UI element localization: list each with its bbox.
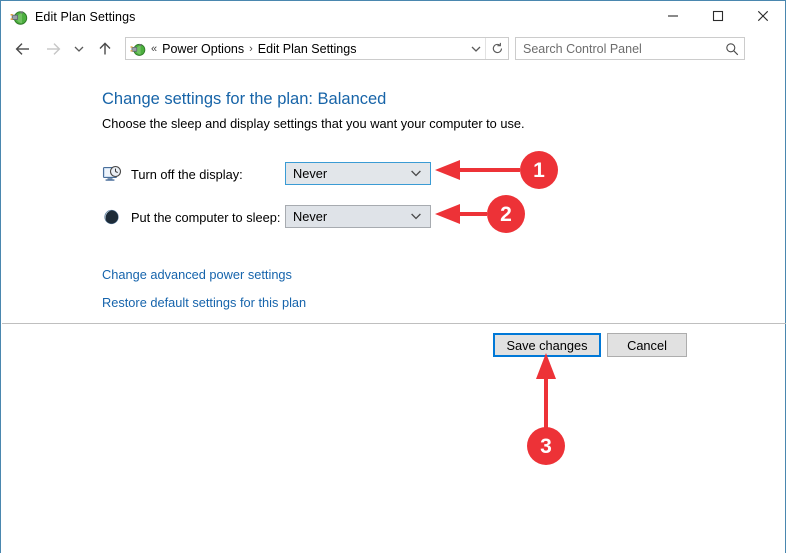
page-subtitle: Choose the sleep and display settings th… [102, 116, 525, 131]
setting-label-turn-off-display: Turn off the display: [131, 166, 243, 182]
cancel-button[interactable]: Cancel [607, 333, 687, 357]
forward-button[interactable] [39, 35, 67, 63]
footer-panel: Save changes Cancel [1, 324, 785, 553]
setting-row-put-computer-to-sleep: Put the computer to sleep: [102, 205, 280, 229]
minimize-button[interactable] [650, 1, 695, 31]
recent-locations-button[interactable] [69, 35, 89, 63]
chevron-down-icon[interactable] [465, 38, 486, 59]
chevron-down-icon[interactable] [410, 163, 422, 184]
sleep-moon-icon [102, 207, 122, 227]
window-controls [650, 1, 785, 31]
main-content: Change settings for the plan: Balanced C… [1, 65, 785, 323]
setting-label-put-computer-to-sleep: Put the computer to sleep: [131, 209, 281, 225]
maximize-button[interactable] [695, 1, 740, 31]
window-title: Edit Plan Settings [35, 9, 136, 24]
refresh-icon[interactable] [485, 38, 508, 59]
turn-off-display-value: Never [293, 166, 328, 181]
up-button[interactable] [91, 35, 119, 63]
breadcrumb-separator: › [249, 42, 253, 55]
search-box[interactable] [515, 37, 745, 60]
edit-plan-settings-window: Edit Plan Settings « Power Options › Edi… [0, 0, 786, 553]
navigation-bar: « Power Options › Edit Plan Settings [1, 32, 785, 65]
breadcrumb-overflow[interactable]: « [151, 43, 157, 55]
breadcrumb-edit-plan-settings[interactable]: Edit Plan Settings [258, 42, 357, 56]
put-computer-to-sleep-combo[interactable]: Never [285, 205, 431, 228]
address-bar[interactable]: « Power Options › Edit Plan Settings [125, 37, 509, 60]
chevron-down-icon[interactable] [410, 206, 422, 227]
power-plug-icon [10, 8, 28, 26]
breadcrumb-power-options[interactable]: Power Options [162, 42, 244, 56]
link-restore-default-settings[interactable]: Restore default settings for this plan [102, 295, 306, 310]
title-bar: Edit Plan Settings [1, 1, 785, 32]
save-changes-button[interactable]: Save changes [493, 333, 601, 357]
page-title: Change settings for the plan: Balanced [102, 90, 387, 108]
search-input[interactable] [523, 41, 713, 56]
link-change-advanced-power-settings[interactable]: Change advanced power settings [102, 267, 292, 282]
power-plug-icon [130, 41, 146, 57]
display-clock-icon [102, 164, 122, 184]
setting-row-turn-off-display: Turn off the display: [102, 162, 243, 186]
close-button[interactable] [740, 1, 785, 31]
back-button[interactable] [9, 35, 37, 63]
search-icon[interactable] [725, 38, 739, 59]
put-computer-to-sleep-value: Never [293, 209, 328, 224]
turn-off-display-combo[interactable]: Never [285, 162, 431, 185]
